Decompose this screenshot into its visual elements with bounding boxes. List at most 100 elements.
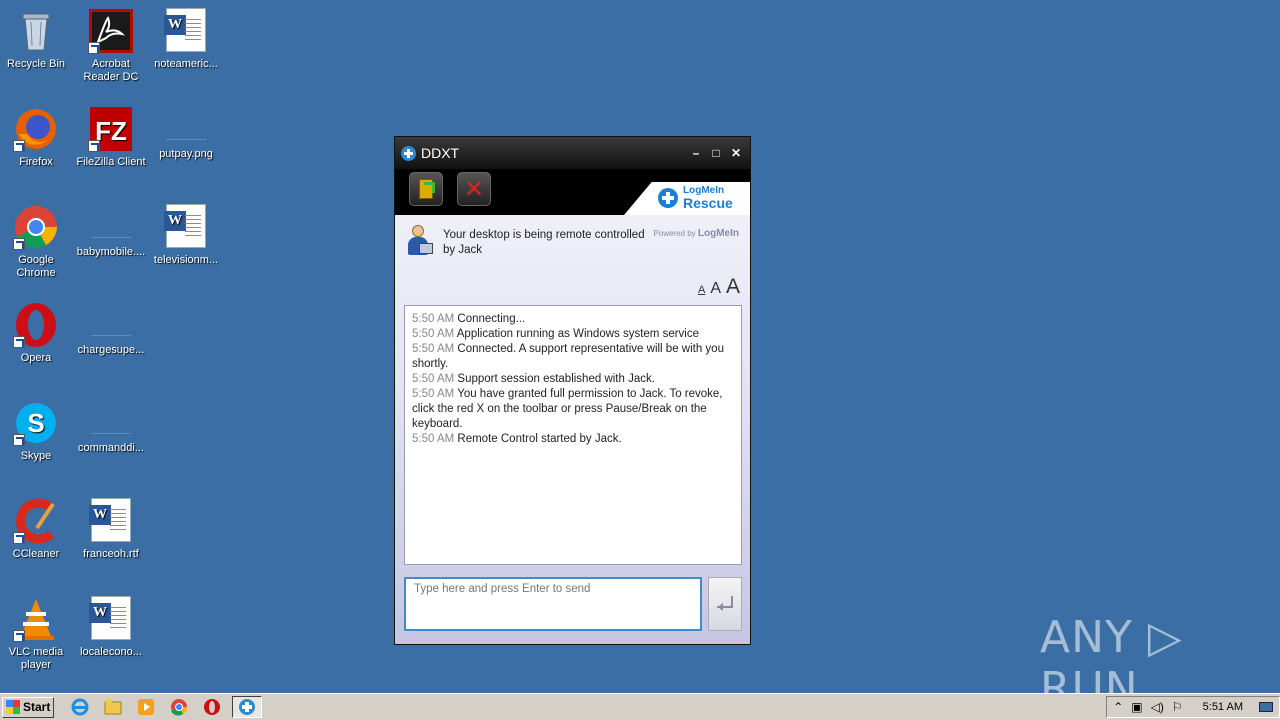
rescue-taskbar-button[interactable]	[232, 696, 262, 718]
svg-text:S: S	[27, 408, 44, 438]
chat-message: 5:50 AM Application running as Windows s…	[412, 327, 734, 342]
volume-icon[interactable]: ◁)	[1151, 700, 1164, 714]
desktop-icon-babymobile[interactable]: babymobile....	[73, 204, 149, 259]
red-x-icon: ✕	[464, 175, 485, 203]
desktop-icon-localecono[interactable]: W localecono...	[73, 596, 149, 659]
minimize-button[interactable]: –	[688, 145, 704, 161]
message-text: Support session established with Jack.	[457, 373, 655, 385]
vlc-icon	[13, 596, 59, 642]
message-text: Remote Control started by Jack.	[457, 433, 622, 445]
firefox-icon	[13, 106, 59, 152]
ie-taskbar-icon[interactable]	[70, 697, 90, 717]
shortcut-arrow-icon	[88, 42, 100, 54]
desktop-icon-acrobat[interactable]: Acrobat Reader DC	[73, 8, 149, 84]
desktop-icon-chrome[interactable]: Google Chrome	[0, 204, 74, 280]
desktop-icon-noteameric[interactable]: W noteameric...	[148, 8, 224, 71]
message-input[interactable]	[404, 577, 702, 631]
font-size-medium-button[interactable]: A	[710, 280, 721, 298]
shortcut-arrow-icon	[13, 532, 25, 544]
show-desktop-button[interactable]	[1259, 702, 1273, 712]
desktop-icon-televisionm[interactable]: W televisionm...	[148, 204, 224, 267]
chat-log[interactable]: 5:50 AM Connecting... 5:50 AM Applicatio…	[404, 305, 742, 565]
shortcut-arrow-icon	[13, 630, 25, 642]
close-button[interactable]: ✕	[728, 145, 744, 161]
desktop-icon-commanddi[interactable]: commanddi...	[73, 400, 149, 455]
start-label: Start	[23, 700, 51, 714]
skype-icon: S	[13, 400, 59, 446]
status-line-1: Your desktop is being remote controlled	[443, 229, 645, 241]
word-doc-icon: W	[163, 204, 209, 250]
acrobat-icon	[88, 8, 134, 54]
desktop-icon-franceoh[interactable]: W franceoh.rtf	[73, 498, 149, 561]
explorer-taskbar-icon[interactable]	[103, 697, 123, 717]
file-transfer-icon	[419, 179, 435, 199]
desktop-icon-putpay[interactable]: putpay.png	[148, 106, 224, 161]
desktop-icon-label: Skype	[20, 450, 52, 462]
show-hidden-icons-button[interactable]: ⌃	[1113, 700, 1123, 714]
send-button[interactable]	[708, 577, 742, 631]
media-player-taskbar-icon[interactable]	[136, 697, 156, 717]
word-doc-icon: W	[163, 8, 209, 54]
desktop-icon-label: FileZilla Client	[76, 156, 146, 168]
file-icon	[91, 416, 131, 434]
remote-user-icon	[405, 225, 433, 259]
desktop-icon-ccleaner[interactable]: CCleaner	[0, 498, 74, 561]
shortcut-arrow-icon	[13, 336, 25, 348]
enter-arrow-icon	[717, 596, 733, 611]
end-session-button[interactable]: ✕	[457, 172, 491, 206]
file-transfer-button[interactable]	[409, 172, 443, 206]
powered-by-brand: LogMeIn	[697, 228, 739, 239]
clock[interactable]: 5:51 AM	[1203, 701, 1243, 713]
window-titlebar[interactable]: DDXT – □ ✕	[395, 137, 750, 169]
opera-taskbar-icon[interactable]	[202, 697, 222, 717]
window-toolbar: ✕ LogMeIn Rescue	[395, 169, 750, 215]
rescue-chat-window[interactable]: DDXT – □ ✕ ✕ LogMeIn Rescue Your desktop…	[394, 136, 751, 645]
desktop-icon-label: televisionm...	[153, 254, 219, 266]
desktop-icon-firefox[interactable]: Firefox	[0, 106, 74, 169]
opera-icon	[13, 302, 59, 348]
remote-control-status: Your desktop is being remote controlled …	[405, 225, 745, 261]
desktop-icon-filezilla[interactable]: FZ FileZilla Client	[73, 106, 149, 169]
desktop-icon-label: localecono...	[80, 646, 142, 658]
desktop-icon-label: Recycle Bin	[6, 58, 66, 70]
message-time: 5:50 AM	[412, 433, 455, 445]
desktop-icon-label: chargesupe...	[77, 344, 145, 356]
desktop-icon-opera[interactable]: Opera	[0, 302, 74, 365]
message-time: 5:50 AM	[412, 313, 455, 325]
chat-message: 5:50 AM Connecting...	[412, 312, 734, 327]
font-size-controls: A A A	[698, 275, 740, 299]
powered-by-text: Powered by	[653, 229, 696, 238]
shortcut-arrow-icon	[13, 238, 25, 250]
start-button[interactable]: Start	[2, 696, 54, 718]
rescue-plus-icon	[658, 188, 678, 208]
word-doc-icon: W	[88, 596, 134, 642]
brand-bottom-text: Rescue	[683, 195, 733, 211]
word-doc-icon: W	[88, 498, 134, 544]
message-time: 5:50 AM	[412, 388, 455, 400]
rescue-app-icon	[401, 145, 416, 161]
desktop-icon-skype[interactable]: S Skype	[0, 400, 74, 463]
powered-by-logmein: Powered by LogMeIn	[653, 228, 739, 239]
action-center-flag-icon[interactable]: ⚐	[1172, 700, 1183, 714]
network-icon[interactable]: ▣	[1131, 700, 1142, 714]
desktop-icon-label: putpay.png	[159, 148, 213, 160]
ccleaner-icon	[13, 498, 59, 544]
file-icon	[91, 318, 131, 336]
chat-message: 5:50 AM Connected. A support representat…	[412, 342, 734, 372]
windows-logo-icon	[6, 700, 20, 714]
desktop-icon-label: VLC media player	[8, 646, 64, 671]
message-text: You have granted full permission to Jack…	[412, 388, 723, 430]
message-time: 5:50 AM	[412, 328, 455, 340]
maximize-button[interactable]: □	[708, 145, 724, 161]
filezilla-icon: FZ	[88, 106, 134, 152]
chrome-taskbar-icon[interactable]	[169, 697, 189, 717]
status-line-2: by Jack	[443, 244, 482, 256]
desktop-icon-recycle-bin[interactable]: Recycle Bin	[0, 8, 74, 71]
shortcut-arrow-icon	[13, 140, 25, 152]
desktop-icon-vlc[interactable]: VLC media player	[0, 596, 74, 672]
logmein-rescue-logo: LogMeIn Rescue	[624, 182, 750, 215]
font-size-small-button[interactable]: A	[698, 284, 705, 296]
desktop-icon-chargesupe[interactable]: chargesupe...	[73, 302, 149, 357]
font-size-large-button[interactable]: A	[726, 275, 740, 299]
desktop-icon-label: commanddi...	[77, 442, 145, 454]
